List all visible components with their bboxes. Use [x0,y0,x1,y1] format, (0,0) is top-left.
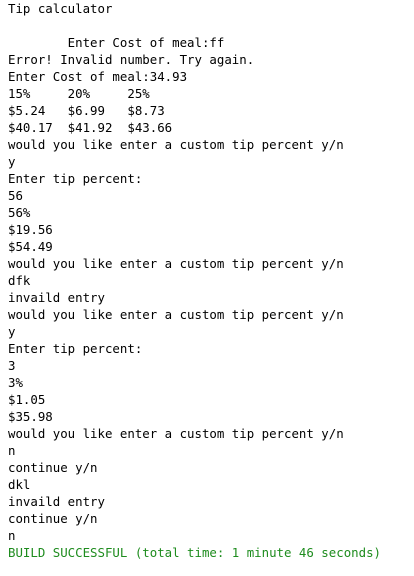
console-line: dfk [8,273,31,288]
console-line: $40.17 $41.92 $43.66 [8,120,173,135]
console-line: 56% [8,205,31,220]
console-line: y [8,154,16,169]
console-line: $5.24 $6.99 $8.73 [8,103,165,118]
console-line: n [8,443,16,458]
console-output[interactable]: Tip calculator Enter Cost of meal:ff Erro… [0,0,414,576]
console-line: 15% 20% 25% [8,86,150,101]
console-line: continue y/n [8,460,98,475]
build-status-line: BUILD SUCCESSFUL (total time: 1 minute 4… [8,545,381,560]
console-line: would you like enter a custom tip percen… [8,256,344,271]
console-line: $19.56 [8,222,53,237]
console-line: y [8,324,16,339]
console-line: would you like enter a custom tip percen… [8,426,344,441]
console-line: Error! Invalid number. Try again. [8,52,255,67]
console-line: n [8,528,16,543]
console-line: 56 [8,188,23,203]
console-line: invaild entry [8,290,105,305]
console-line: $1.05 [8,392,46,407]
console-line: Enter tip percent: [8,171,143,186]
console-line: Tip calculator [8,1,113,16]
console-line: $54.49 [8,239,53,254]
console-line: 3 [8,358,16,373]
console-line: $35.98 [8,409,53,424]
console-line: 3% [8,375,23,390]
console-line: Enter Cost of meal:34.93 [8,69,188,84]
console-line: Enter tip percent: [8,341,143,356]
console-line: invaild entry [8,494,105,509]
console-line: dkl [8,477,31,492]
console-line: would you like enter a custom tip percen… [8,137,344,152]
console-line: Enter Cost of meal:ff [8,35,225,50]
console-line: would you like enter a custom tip percen… [8,307,344,322]
console-line: continue y/n [8,511,98,526]
